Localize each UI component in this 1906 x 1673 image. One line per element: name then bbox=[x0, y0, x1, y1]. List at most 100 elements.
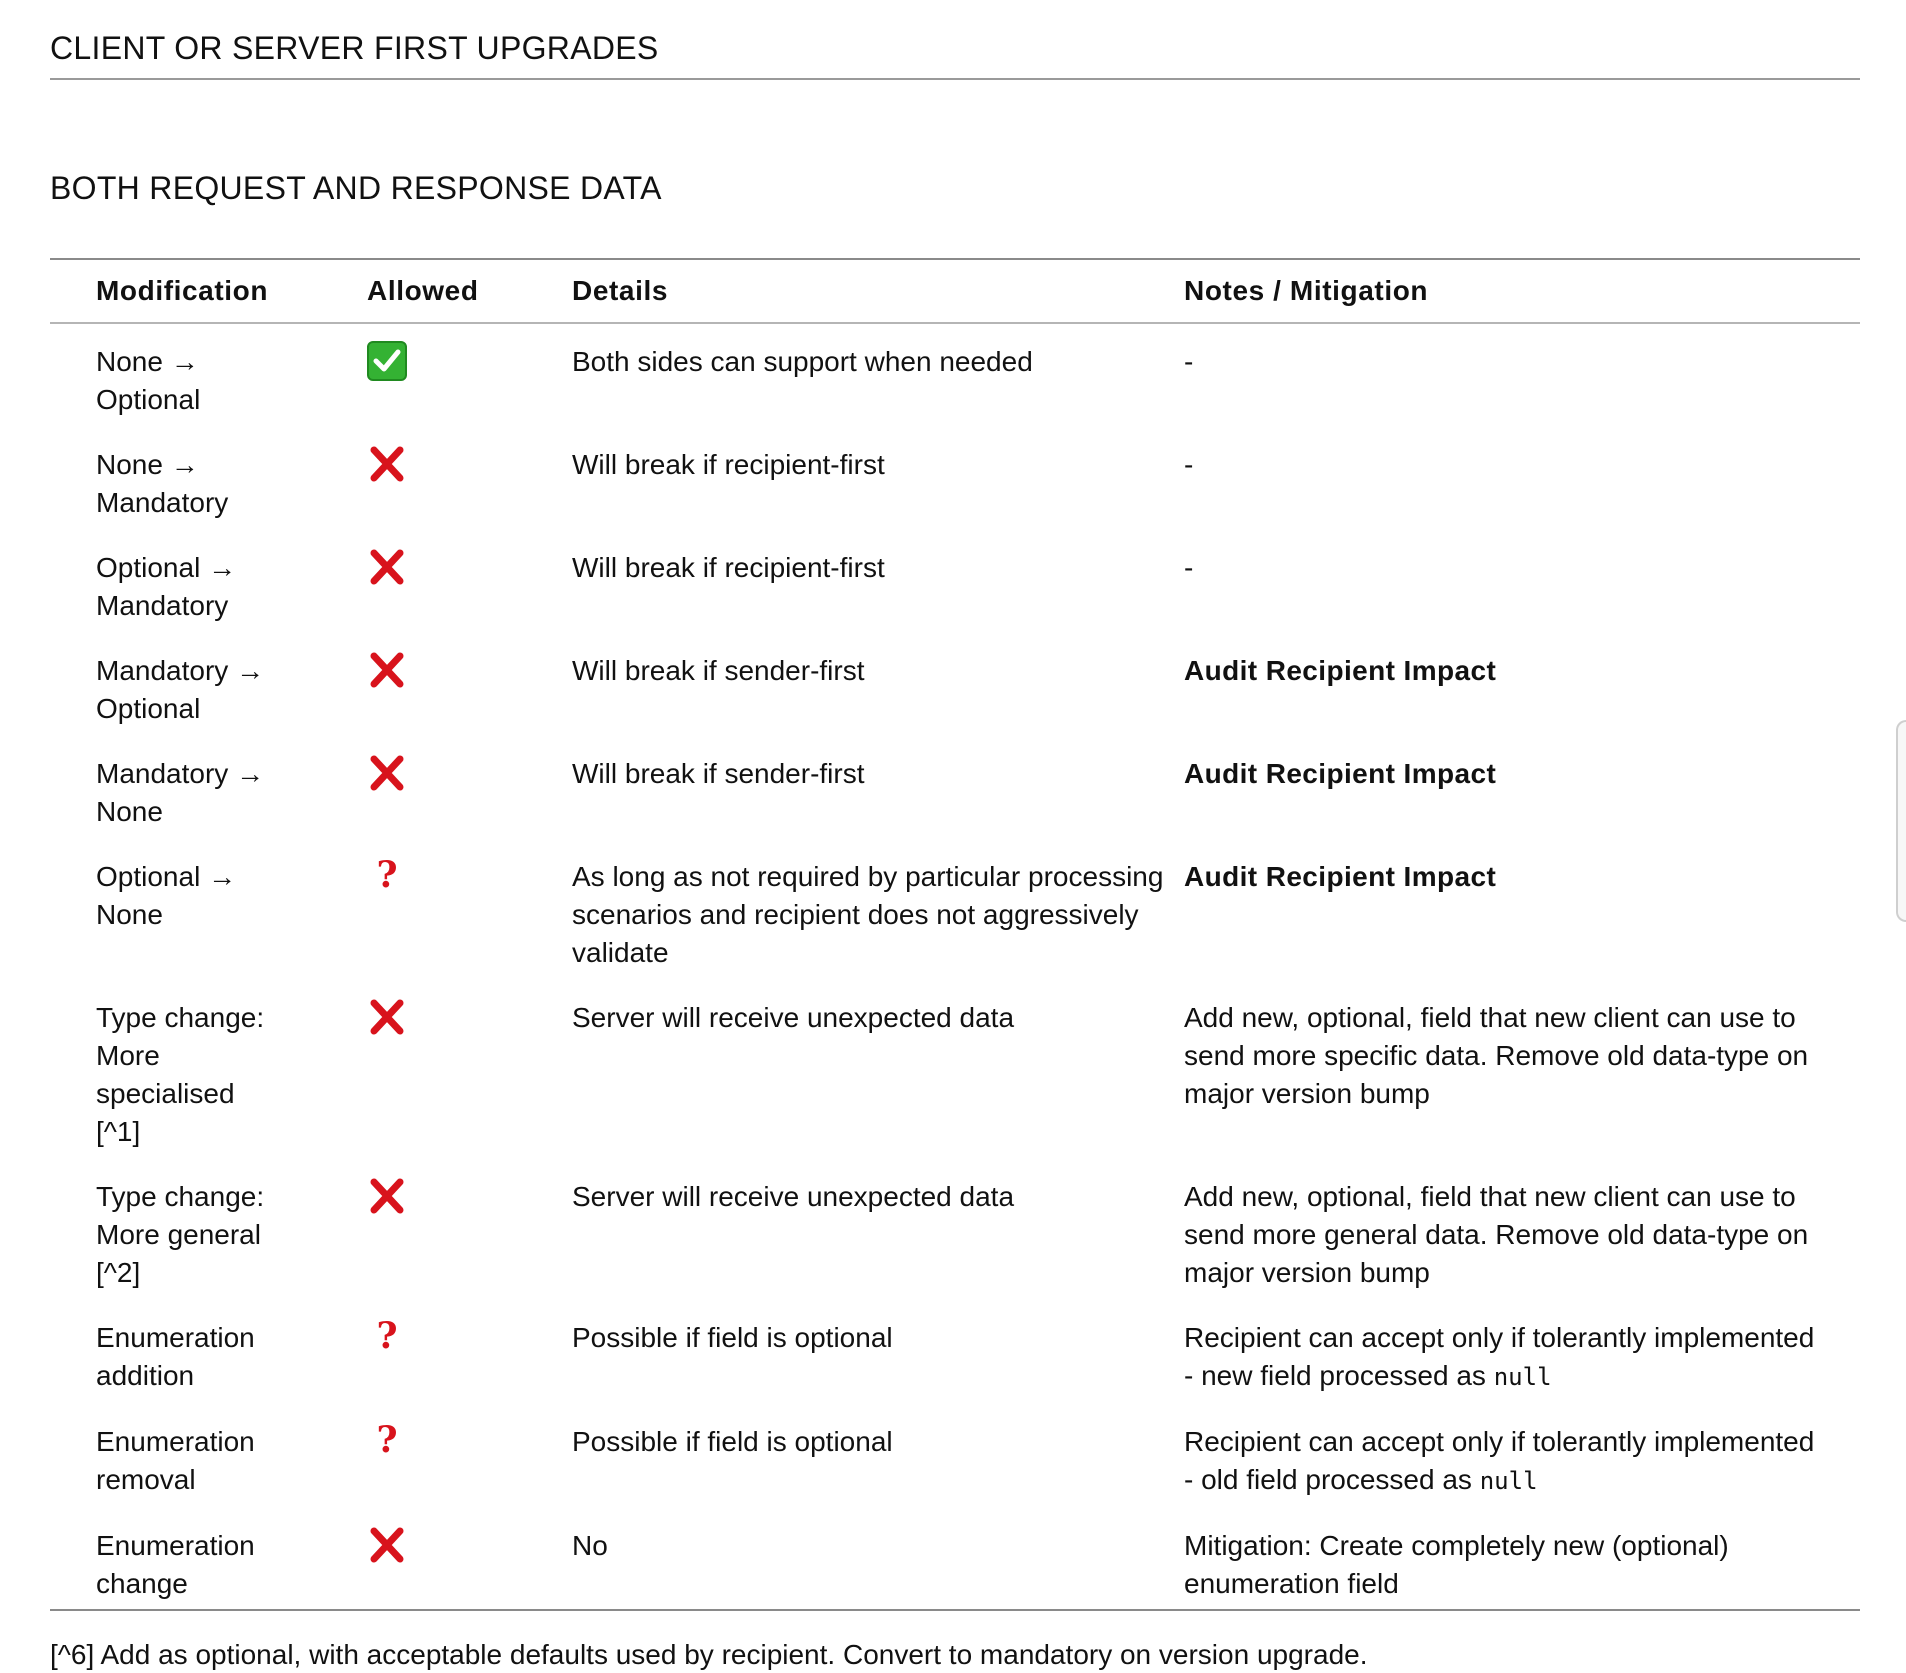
side-scroll-tab[interactable] bbox=[1896, 720, 1906, 922]
notes-text: Audit Recipient Impact bbox=[1184, 758, 1497, 789]
question-mark-icon: ? bbox=[376, 854, 398, 896]
cell-allowed bbox=[367, 426, 572, 529]
table-row: Mandatory → Optional Will break if sender… bbox=[50, 632, 1860, 735]
table-row: Enumeration removal? Possible if field is… bbox=[50, 1403, 1860, 1507]
cell-notes: - bbox=[1184, 426, 1860, 529]
cross-mark-icon bbox=[367, 997, 407, 1037]
cell-notes: Mitigation: Create completely new (optio… bbox=[1184, 1507, 1860, 1610]
cross-mark-icon bbox=[367, 753, 407, 793]
cell-allowed bbox=[367, 323, 572, 426]
modification-text: Enumeration removal bbox=[96, 1426, 255, 1495]
cell-notes: Audit Recipient Impact bbox=[1184, 838, 1860, 979]
document-page: CLIENT OR SERVER FIRST UPGRADES BOTH REQ… bbox=[50, 0, 1860, 1673]
cross-mark-icon bbox=[367, 1525, 407, 1565]
header-allowed: Allowed bbox=[367, 259, 572, 324]
cell-modification: Enumeration change bbox=[50, 1507, 367, 1610]
cell-details: Possible if field is optional bbox=[572, 1426, 893, 1457]
table-row: None → Mandatory Will break if recipient-… bbox=[50, 426, 1860, 529]
cell-notes: Add new, optional, field that new client… bbox=[1184, 1158, 1860, 1299]
notes-text: - bbox=[1184, 346, 1194, 377]
cell-details: Both sides can support when needed bbox=[572, 346, 1033, 377]
modification-text: None → Optional bbox=[96, 346, 201, 415]
header-details: Details bbox=[572, 259, 1184, 324]
modification-text: None → Mandatory bbox=[96, 449, 229, 518]
modification-text: Optional → None bbox=[96, 861, 237, 930]
cell-allowed: ? bbox=[367, 1299, 572, 1403]
section-title: CLIENT OR SERVER FIRST UPGRADES bbox=[50, 0, 1860, 80]
notes-code: null bbox=[1479, 1467, 1538, 1495]
cell-notes: Add new, optional, field that new client… bbox=[1184, 979, 1860, 1158]
cell-allowed bbox=[367, 979, 572, 1158]
notes-text: - bbox=[1184, 552, 1194, 583]
cell-allowed bbox=[367, 1507, 572, 1610]
notes-text: Add new, optional, field that new client… bbox=[1184, 1181, 1809, 1288]
compatibility-table: Modification Allowed Details Notes / Mit… bbox=[50, 258, 1860, 1611]
table-row: Optional → None? As long as not required … bbox=[50, 838, 1860, 979]
cell-details: Will break if recipient-first bbox=[572, 449, 885, 480]
cell-modification: Mandatory → Optional bbox=[50, 632, 367, 735]
table-row: None → Optional Both sides can support wh… bbox=[50, 323, 1860, 426]
table-row: Optional → Mandatory Will break if recipi… bbox=[50, 529, 1860, 632]
cross-mark-icon bbox=[367, 547, 407, 587]
cell-notes: Audit Recipient Impact bbox=[1184, 632, 1860, 735]
cell-modification: Mandatory → None bbox=[50, 735, 367, 838]
cell-details: Server will receive unexpected data bbox=[572, 1002, 1015, 1033]
cell-modification: Enumeration addition bbox=[50, 1299, 367, 1403]
modification-text: Mandatory → None bbox=[96, 758, 265, 827]
modification-text: Enumeration addition bbox=[96, 1322, 255, 1391]
header-modification: Modification bbox=[50, 259, 367, 324]
cell-modification: Enumeration removal bbox=[50, 1403, 367, 1507]
cell-details: Will break if sender-first bbox=[572, 758, 865, 789]
cell-modification: Optional → None bbox=[50, 838, 367, 979]
cell-details: As long as not required by particular pr… bbox=[572, 861, 1164, 968]
cell-modification: Type change: More general [^2] bbox=[50, 1158, 367, 1299]
cell-notes: Recipient can accept only if tolerantly … bbox=[1184, 1299, 1860, 1403]
cell-details: Server will receive unexpected data bbox=[572, 1181, 1015, 1212]
cell-modification: None → Mandatory bbox=[50, 426, 367, 529]
cell-details: Will break if recipient-first bbox=[572, 552, 885, 583]
cell-allowed bbox=[367, 632, 572, 735]
notes-text: Audit Recipient Impact bbox=[1184, 655, 1497, 686]
notes-text: - bbox=[1184, 449, 1194, 480]
cell-allowed bbox=[367, 735, 572, 838]
cell-modification: None → Optional bbox=[50, 323, 367, 426]
table-row: Mandatory → None Will break if sender-fir… bbox=[50, 735, 1860, 838]
notes-code: null bbox=[1493, 1363, 1552, 1391]
modification-text: Type change: More specialised [^1] bbox=[96, 1002, 265, 1147]
cell-notes: - bbox=[1184, 323, 1860, 426]
notes-text: Audit Recipient Impact bbox=[1184, 861, 1497, 892]
cell-modification: Type change: More specialised [^1] bbox=[50, 979, 367, 1158]
table-body: None → Optional Both sides can support wh… bbox=[50, 323, 1860, 1610]
cell-allowed: ? bbox=[367, 838, 572, 979]
cell-allowed: ? bbox=[367, 1403, 572, 1507]
modification-text: Optional → Mandatory bbox=[96, 552, 237, 621]
table-row: Type change: More general [^2] Server wil… bbox=[50, 1158, 1860, 1299]
cell-notes: Audit Recipient Impact bbox=[1184, 735, 1860, 838]
modification-text: Mandatory → Optional bbox=[96, 655, 265, 724]
question-mark-icon: ? bbox=[376, 1315, 398, 1357]
modification-text: Enumeration change bbox=[96, 1530, 255, 1599]
table-header-row: Modification Allowed Details Notes / Mit… bbox=[50, 259, 1860, 324]
cell-notes: - bbox=[1184, 529, 1860, 632]
table-row: Enumeration change No Mitigation: Create c… bbox=[50, 1507, 1860, 1610]
notes-text: Mitigation: Create completely new (optio… bbox=[1184, 1530, 1729, 1599]
cell-details: Will break if sender-first bbox=[572, 655, 865, 686]
cell-notes: Recipient can accept only if tolerantly … bbox=[1184, 1403, 1860, 1507]
cross-mark-icon bbox=[367, 1176, 407, 1216]
question-mark-icon: ? bbox=[376, 1419, 398, 1461]
footnote: [^6] Add as optional, with acceptable de… bbox=[50, 1639, 1368, 1670]
cell-details: No bbox=[572, 1530, 608, 1561]
header-notes: Notes / Mitigation bbox=[1184, 259, 1860, 324]
cell-details: Possible if field is optional bbox=[572, 1322, 893, 1353]
modification-text: Type change: More general [^2] bbox=[96, 1181, 265, 1288]
notes-text: Add new, optional, field that new client… bbox=[1184, 1002, 1809, 1109]
table-row: Type change: More specialised [^1] Server… bbox=[50, 979, 1860, 1158]
sub-title: BOTH REQUEST AND RESPONSE DATA bbox=[50, 170, 662, 206]
cross-mark-icon bbox=[367, 444, 407, 484]
cross-mark-icon bbox=[367, 650, 407, 690]
cell-allowed bbox=[367, 1158, 572, 1299]
check-mark-icon bbox=[367, 341, 407, 381]
cell-allowed bbox=[367, 529, 572, 632]
cell-modification: Optional → Mandatory bbox=[50, 529, 367, 632]
table-row: Enumeration addition? Possible if field i… bbox=[50, 1299, 1860, 1403]
